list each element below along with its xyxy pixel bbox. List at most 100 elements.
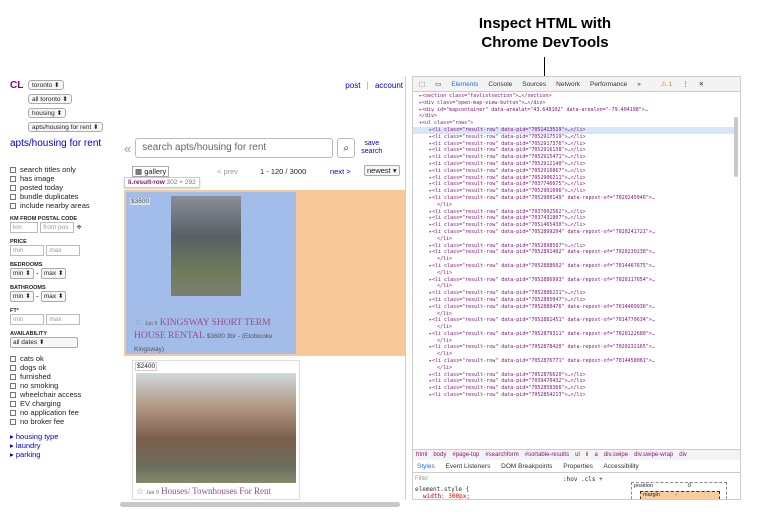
link-laundry[interactable]: ▸ laundry xyxy=(10,441,116,450)
margin-box[interactable]: margin - xyxy=(640,491,720,499)
device-icon[interactable]: ▭ xyxy=(435,80,441,88)
ft-min-input[interactable]: min xyxy=(10,314,44,326)
dom-node-line[interactable]: </li> xyxy=(413,311,735,318)
tab-elements[interactable]: Elements xyxy=(451,81,478,88)
category-select[interactable]: housing ⬍ xyxy=(28,108,67,118)
dom-node-line[interactable]: ▸<li class="result-row" data-pid="705141… xyxy=(413,126,735,134)
prev-link[interactable]: < prev xyxy=(217,167,238,176)
dom-node-line[interactable]: </li> xyxy=(413,338,735,345)
gallery-view-select[interactable]: ▦ gallery xyxy=(132,166,170,177)
star-icon[interactable]: ☆ xyxy=(136,486,144,496)
subcategory-select[interactable]: apts/housing for rent ⬍ xyxy=(28,122,103,132)
dom-node-line[interactable]: </div> xyxy=(413,113,735,120)
link-parking[interactable]: ▸ parking xyxy=(10,450,116,459)
breadcrumb-item[interactable]: #sortable-results xyxy=(525,452,569,458)
listing-card[interactable]: $2400 ☆ Jan 9 Houses/ Townhouses For Ren… xyxy=(132,360,300,500)
dom-node-line[interactable]: ▸<li class="result-row" data-pid="705288… xyxy=(413,277,735,284)
option-furnished[interactable]: furnished xyxy=(10,372,116,381)
option-ev-charging[interactable]: EV charging xyxy=(10,399,116,408)
bathrooms-max-select[interactable]: max ⬍ xyxy=(40,291,67,303)
breadcrumb-item[interactable]: body xyxy=(433,452,446,458)
house-photo[interactable] xyxy=(171,196,241,296)
postal-input[interactable]: from pos xyxy=(40,222,75,234)
breadcrumb-item[interactable]: li xyxy=(586,452,589,458)
warning-badge[interactable]: ⚠ 1 xyxy=(661,80,672,88)
dom-node-line[interactable]: ▸<li class="result-row" data-pid="705291… xyxy=(413,141,735,148)
listing-title[interactable]: ☆ Jan 9 KINGSWAY SHORT TERM HOUSE RENTAL… xyxy=(134,317,304,356)
dom-node-line[interactable]: ▸<li class="result-row" data-pid="705288… xyxy=(413,263,735,270)
dom-node-line[interactable]: ▸<li class="result-row" data-pid="705285… xyxy=(413,385,735,392)
breadcrumb-item[interactable]: div.swipe-wrap xyxy=(634,452,673,458)
dom-node-line[interactable]: ▸<li class="result-row" data-pid="703700… xyxy=(413,209,735,216)
bedrooms-max-select[interactable]: max ⬍ xyxy=(40,268,67,280)
dom-node-line[interactable]: ▸<div id="mapcontainer" data-arealat="43… xyxy=(413,107,735,114)
dom-node-line[interactable]: ▸<li class="result-row" data-pid="705291… xyxy=(413,161,735,168)
breadcrumb-item[interactable]: #page-top xyxy=(452,452,479,458)
dom-node-line[interactable]: ▸<li class="result-row" data-pid="705288… xyxy=(413,290,735,297)
option-no-smoking[interactable]: no smoking xyxy=(10,381,116,390)
save-search-link[interactable]: save search xyxy=(361,140,382,156)
tab-network[interactable]: Network xyxy=(556,81,580,88)
availability-select[interactable]: all dates ⬍ xyxy=(10,337,78,349)
tab-accessibility[interactable]: Accessibility xyxy=(603,463,638,470)
house-photo[interactable] xyxy=(136,373,296,483)
locate-icon[interactable]: ⌖ xyxy=(76,222,81,232)
dom-node-line[interactable]: </li> xyxy=(413,202,735,209)
sort-select[interactable]: newest ▾ xyxy=(364,165,400,176)
dom-node-line[interactable]: ▸<li class="result-row" data-pid="705285… xyxy=(413,392,735,399)
tab-properties[interactable]: Properties xyxy=(563,463,593,470)
dom-node-line[interactable]: ▸<li class="result-row" data-pid="705287… xyxy=(413,372,735,379)
breadcrumb-item[interactable]: #searchform xyxy=(485,452,518,458)
area-select[interactable]: all toronto ⬍ xyxy=(28,94,72,104)
search-input[interactable]: search apts/housing for rent xyxy=(135,138,334,158)
option-wheelchair[interactable]: wheelchair access xyxy=(10,390,116,399)
tab-styles[interactable]: Styles xyxy=(417,463,435,470)
dom-node-line[interactable]: ▸<li class="result-row" data-pid="705290… xyxy=(413,195,735,202)
option-no-app-fee[interactable]: no application fee xyxy=(10,408,116,417)
dom-node-line[interactable]: ▸<li class="result-row" data-pid="705291… xyxy=(413,154,735,161)
dom-node-line[interactable]: ▸<li class="result-row" data-pid="705290… xyxy=(413,175,735,182)
dom-node-line[interactable]: ▸<li class="result-row" data-pid="705287… xyxy=(413,344,735,351)
dom-node-line[interactable]: ▸<section class="favlistsection">…</sect… xyxy=(413,93,735,100)
inspect-icon[interactable]: ⬚ xyxy=(419,80,425,88)
dom-tree[interactable]: ▸<section class="favlistsection">…</sect… xyxy=(413,93,735,449)
more-tabs-icon[interactable]: » xyxy=(637,81,641,88)
dom-node-line[interactable]: ▸<li class="result-row" data-pid="705146… xyxy=(413,222,735,229)
width-declaration[interactable]: width: 300px; xyxy=(423,493,470,499)
tab-performance[interactable]: Performance xyxy=(590,81,627,88)
tab-console[interactable]: Console xyxy=(488,81,512,88)
dom-node-line[interactable]: ▸<li class="result-row" data-pid="705288… xyxy=(413,297,735,304)
dom-node-line[interactable]: </li> xyxy=(413,324,735,331)
option-posted-today[interactable]: posted today xyxy=(10,183,116,192)
ft-max-input[interactable]: max xyxy=(46,314,81,326)
dom-node-line[interactable]: ▸<li class="result-row" data-pid="705291… xyxy=(413,147,735,154)
bathrooms-min-select[interactable]: min ⬍ xyxy=(10,291,34,303)
horizontal-scrollbar[interactable] xyxy=(120,502,400,507)
price-max-input[interactable]: max xyxy=(46,245,81,257)
option-include-nearby[interactable]: include nearby areas xyxy=(10,201,116,210)
tab-dom-breakpoints[interactable]: DOM Breakpoints xyxy=(501,463,552,470)
dom-node-line[interactable]: </li> xyxy=(413,283,735,290)
search-button[interactable]: ⌕ xyxy=(337,138,356,158)
dom-node-line[interactable]: ▸<li class="result-row" data-pid="703774… xyxy=(413,181,735,188)
price-min-input[interactable]: min xyxy=(10,245,44,257)
dom-node-line[interactable]: ▸<li class="result-row" data-pid="705287… xyxy=(413,358,735,365)
breadcrumb-item[interactable]: html xyxy=(416,452,427,458)
dom-node-line[interactable]: </li> xyxy=(413,236,735,243)
dom-node-line[interactable]: ▸<li class="result-row" data-pid="705291… xyxy=(413,134,735,141)
tab-event-listeners[interactable]: Event Listeners xyxy=(446,463,491,470)
dom-node-line[interactable]: ▸<li class="result-row" data-pid="703947… xyxy=(413,378,735,385)
option-bundle-duplicates[interactable]: bundle duplicates xyxy=(10,192,116,201)
dom-node-line[interactable]: ▸<li class="result-row" data-pid="705291… xyxy=(413,168,735,175)
cl-logo[interactable]: CL xyxy=(10,80,23,91)
breadcrumb-item[interactable]: div.swipe xyxy=(604,452,628,458)
dom-node-line[interactable]: ▸<li class="result-row" data-pid="705289… xyxy=(413,229,735,236)
dom-node-line[interactable]: ▸<li class="result-row" data-pid="705287… xyxy=(413,331,735,338)
tab-sources[interactable]: Sources xyxy=(522,81,546,88)
link-housing-type[interactable]: ▸ housing type xyxy=(10,432,116,441)
menu-icon[interactable]: ⋮ xyxy=(682,80,689,88)
option-search-titles[interactable]: search titles only xyxy=(10,165,116,174)
dom-node-line[interactable]: ▸<li class="result-row" data-pid="705288… xyxy=(413,304,735,311)
dom-node-line[interactable]: ▸<li class="result-row" data-pid="705289… xyxy=(413,249,735,256)
account-link[interactable]: account xyxy=(375,81,403,90)
